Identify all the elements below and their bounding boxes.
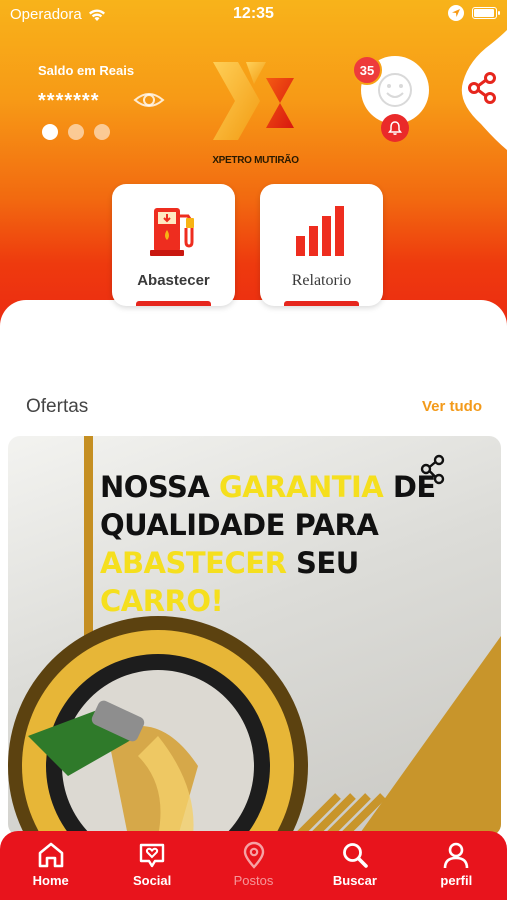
xpetro-x-icon <box>213 62 294 140</box>
brand-name: XPETRO MUTIRÃO <box>212 155 299 166</box>
home-icon <box>38 842 64 868</box>
carousel-dot[interactable] <box>42 124 58 140</box>
toggle-balance-visibility-button[interactable] <box>132 86 166 114</box>
nav-label: Home <box>32 873 69 888</box>
bar-chart-icon <box>296 206 344 256</box>
balance-value: ******* <box>38 90 100 112</box>
search-icon <box>343 843 368 868</box>
carousel-dot[interactable] <box>68 124 84 140</box>
nav-postos[interactable]: Postos <box>203 831 304 900</box>
location-arrow-icon <box>448 5 464 21</box>
nav-buscar[interactable]: Buscar <box>304 831 405 900</box>
nav-perfil[interactable]: perfil <box>406 831 507 900</box>
fuel-pump-icon <box>150 208 194 256</box>
carousel-dots <box>42 124 110 140</box>
headline-highlight: ABASTECER <box>100 546 287 580</box>
nav-home[interactable]: Home <box>0 831 101 900</box>
bottom-navigation: Home Social Postos Buscar perfil <box>0 831 507 900</box>
status-indicators <box>448 5 500 21</box>
social-heart-icon <box>139 843 165 868</box>
offer-banner[interactable]: NOSSA GARANTIA DE QUALIDADE PARA ABASTEC… <box>8 436 501 836</box>
share-icon <box>420 454 445 485</box>
headline-text: QUALIDADE PARA <box>100 508 379 542</box>
eye-icon <box>133 93 165 107</box>
balance-label: Saldo em Reais <box>38 63 135 78</box>
location-pin-icon <box>243 841 264 869</box>
status-bar: Operadora 12:35 <box>0 0 507 30</box>
headline-text: NOSSA <box>100 470 219 504</box>
notification-count-badge: 35 <box>352 55 382 85</box>
nav-label: Social <box>132 873 172 888</box>
nav-label: perfil <box>440 873 473 888</box>
see-all-offers-link[interactable]: Ver tudo <box>422 398 482 415</box>
share-button[interactable] <box>465 70 501 106</box>
abastecer-button[interactable]: Abastecer <box>112 184 235 306</box>
abastecer-label: Abastecer <box>137 272 210 289</box>
card-accent-bar <box>284 301 359 306</box>
brand-logo: XPETRO MUTIRÃO <box>208 56 303 166</box>
battery-icon <box>472 7 500 19</box>
headline-text: SEU <box>286 546 359 580</box>
relatorio-button[interactable]: Relatorio <box>260 184 383 306</box>
notifications-button[interactable] <box>381 114 409 142</box>
user-icon <box>444 842 469 869</box>
share-icon <box>468 72 496 104</box>
relatorio-label: Relatorio <box>291 272 352 289</box>
offer-headline: NOSSA GARANTIA DE QUALIDADE PARA ABASTEC… <box>100 468 490 620</box>
nav-label: Buscar <box>332 873 377 888</box>
offers-title: Ofertas <box>26 396 89 417</box>
card-accent-bar <box>136 301 211 306</box>
bell-icon <box>388 121 402 135</box>
carousel-dot[interactable] <box>94 124 110 140</box>
nav-social[interactable]: Social <box>101 831 202 900</box>
headline-highlight: CARRO! <box>100 584 224 618</box>
clock: 12:35 <box>233 5 274 22</box>
nav-label: Postos <box>233 873 274 888</box>
share-offer-button[interactable] <box>418 454 448 486</box>
headline-highlight: GARANTIA <box>218 470 384 504</box>
